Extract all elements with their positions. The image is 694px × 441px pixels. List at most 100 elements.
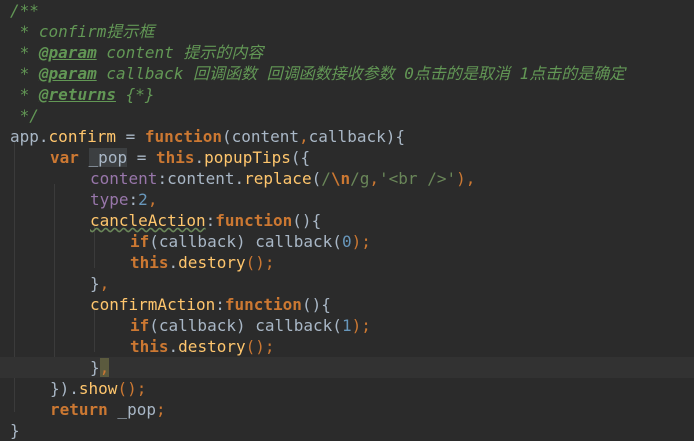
code-token: return — [50, 400, 108, 419]
code-token: : — [128, 190, 139, 209]
code-line[interactable]: }).show(); — [0, 378, 694, 399]
code-token: 0 — [341, 232, 352, 251]
code-token: } — [90, 358, 100, 377]
code-token: , — [299, 127, 309, 146]
code-token: var — [50, 148, 79, 167]
code-token: 提示的内容 — [183, 43, 264, 62]
code-token: _pop — [107, 400, 156, 419]
code-token: }). — [50, 379, 79, 398]
code-token: , — [99, 274, 110, 293]
code-token: * confirm提示框 — [10, 22, 155, 41]
code-line[interactable]: if(callback) callback(1); — [0, 315, 694, 336]
code-token: : — [215, 295, 225, 314]
code-token: */ — [10, 106, 39, 125]
code-token: @param — [38, 43, 97, 62]
code-line[interactable]: } — [0, 420, 694, 441]
code-token: if — [130, 232, 150, 251]
code-token: 2 — [138, 190, 148, 209]
code-token: {*} — [115, 85, 155, 104]
code-token: ); — [351, 232, 371, 251]
code-token: '<br />' — [379, 169, 457, 188]
code-token: : — [205, 211, 216, 230]
code-token: popupTips — [204, 148, 291, 167]
code-token: replace — [244, 169, 312, 188]
code-token: ; — [155, 400, 166, 419]
code-line[interactable]: type:2, — [0, 189, 694, 210]
code-token: if — [130, 316, 150, 335]
code-token: this — [130, 253, 169, 272]
code-token: } — [90, 274, 100, 293]
code-token: * — [10, 85, 39, 104]
code-token: , — [147, 190, 158, 209]
code-line[interactable]: var _pop = this.popupTips({ — [0, 147, 694, 168]
code-token: (){ — [301, 295, 331, 314]
code-line[interactable]: this.destory(); — [0, 252, 694, 273]
code-token: . — [38, 127, 49, 146]
code-line[interactable]: this.destory(); — [0, 336, 694, 357]
code-token: app — [10, 127, 39, 146]
code-token: callback — [255, 316, 333, 335]
code-token: * — [10, 64, 39, 83]
code-token: (); — [245, 337, 275, 356]
code-line[interactable]: }, — [0, 357, 694, 378]
code-token: \n — [330, 169, 351, 188]
code-line[interactable]: * @param callback 回调函数 回调函数接收参数 0点击的是取消 … — [0, 63, 694, 84]
code-line[interactable]: confirmAction:function(){ — [0, 294, 694, 315]
code-token: function — [215, 211, 293, 230]
code-token: _pop — [88, 148, 128, 167]
code-line[interactable]: * @returns {*} — [0, 84, 694, 105]
code-token: callback — [255, 232, 333, 251]
code-line[interactable]: return _pop; — [0, 399, 694, 420]
code-token: ( — [332, 316, 342, 335]
code-token: . — [168, 253, 179, 272]
code-token: (callback) — [149, 232, 256, 251]
code-token: @returns — [38, 85, 116, 104]
code-token: = — [127, 148, 156, 167]
code-editor[interactable]: /** * confirm提示框 * @param content 提示的内容 … — [0, 0, 694, 440]
code-line[interactable]: * @param content 提示的内容 — [0, 42, 694, 63]
code-token: ); — [351, 316, 371, 335]
code-token: show — [78, 379, 118, 398]
code-line[interactable]: app.confirm = function(content,callback)… — [0, 126, 694, 147]
code-token: (callback) — [149, 316, 256, 335]
code-token: (); — [245, 253, 275, 272]
code-token: destory — [178, 253, 246, 272]
code-token: ), — [456, 169, 476, 188]
code-token: (); — [117, 379, 147, 398]
code-token: /g — [350, 169, 370, 188]
code-token: :content. — [157, 169, 245, 188]
code-token: type — [90, 190, 129, 209]
code-token: content — [96, 43, 184, 62]
code-token: 1 — [341, 316, 352, 335]
code-line[interactable]: }, — [0, 273, 694, 294]
code-line[interactable]: cancleAction:function(){ — [0, 210, 694, 231]
code-line[interactable]: if(callback) callback(0); — [0, 231, 694, 252]
code-token: this — [155, 148, 195, 167]
code-line[interactable]: */ — [0, 105, 694, 126]
code-token: , — [99, 358, 110, 377]
code-line[interactable]: content:content.replace(/\n/g,'<br />'), — [0, 168, 694, 189]
code-line[interactable]: * confirm提示框 — [0, 21, 694, 42]
code-token: cancleAction — [90, 211, 206, 230]
code-token: 回调函数 回调函数接收参数 0点击的是取消 1点击的是确定 — [193, 64, 626, 83]
code-token: content — [90, 169, 158, 188]
code-token: . — [194, 148, 205, 167]
code-token: * — [10, 43, 39, 62]
code-token: confirmAction — [90, 295, 216, 314]
code-token: @param — [38, 64, 97, 83]
code-token: callback — [96, 64, 194, 83]
code-token: this — [130, 337, 169, 356]
code-token: function — [144, 127, 222, 146]
code-token: ({ — [290, 148, 311, 167]
code-token: callback){ — [308, 127, 405, 146]
code-token: ( — [311, 169, 322, 188]
code-token: /** — [10, 1, 39, 20]
code-line[interactable]: /** — [0, 0, 694, 21]
code-token: . — [168, 337, 179, 356]
code-token: (){ — [292, 211, 322, 230]
code-token: confirm — [48, 127, 116, 146]
code-token: (content — [221, 127, 300, 146]
code-token: ( — [332, 232, 342, 251]
code-token: / — [321, 169, 331, 188]
